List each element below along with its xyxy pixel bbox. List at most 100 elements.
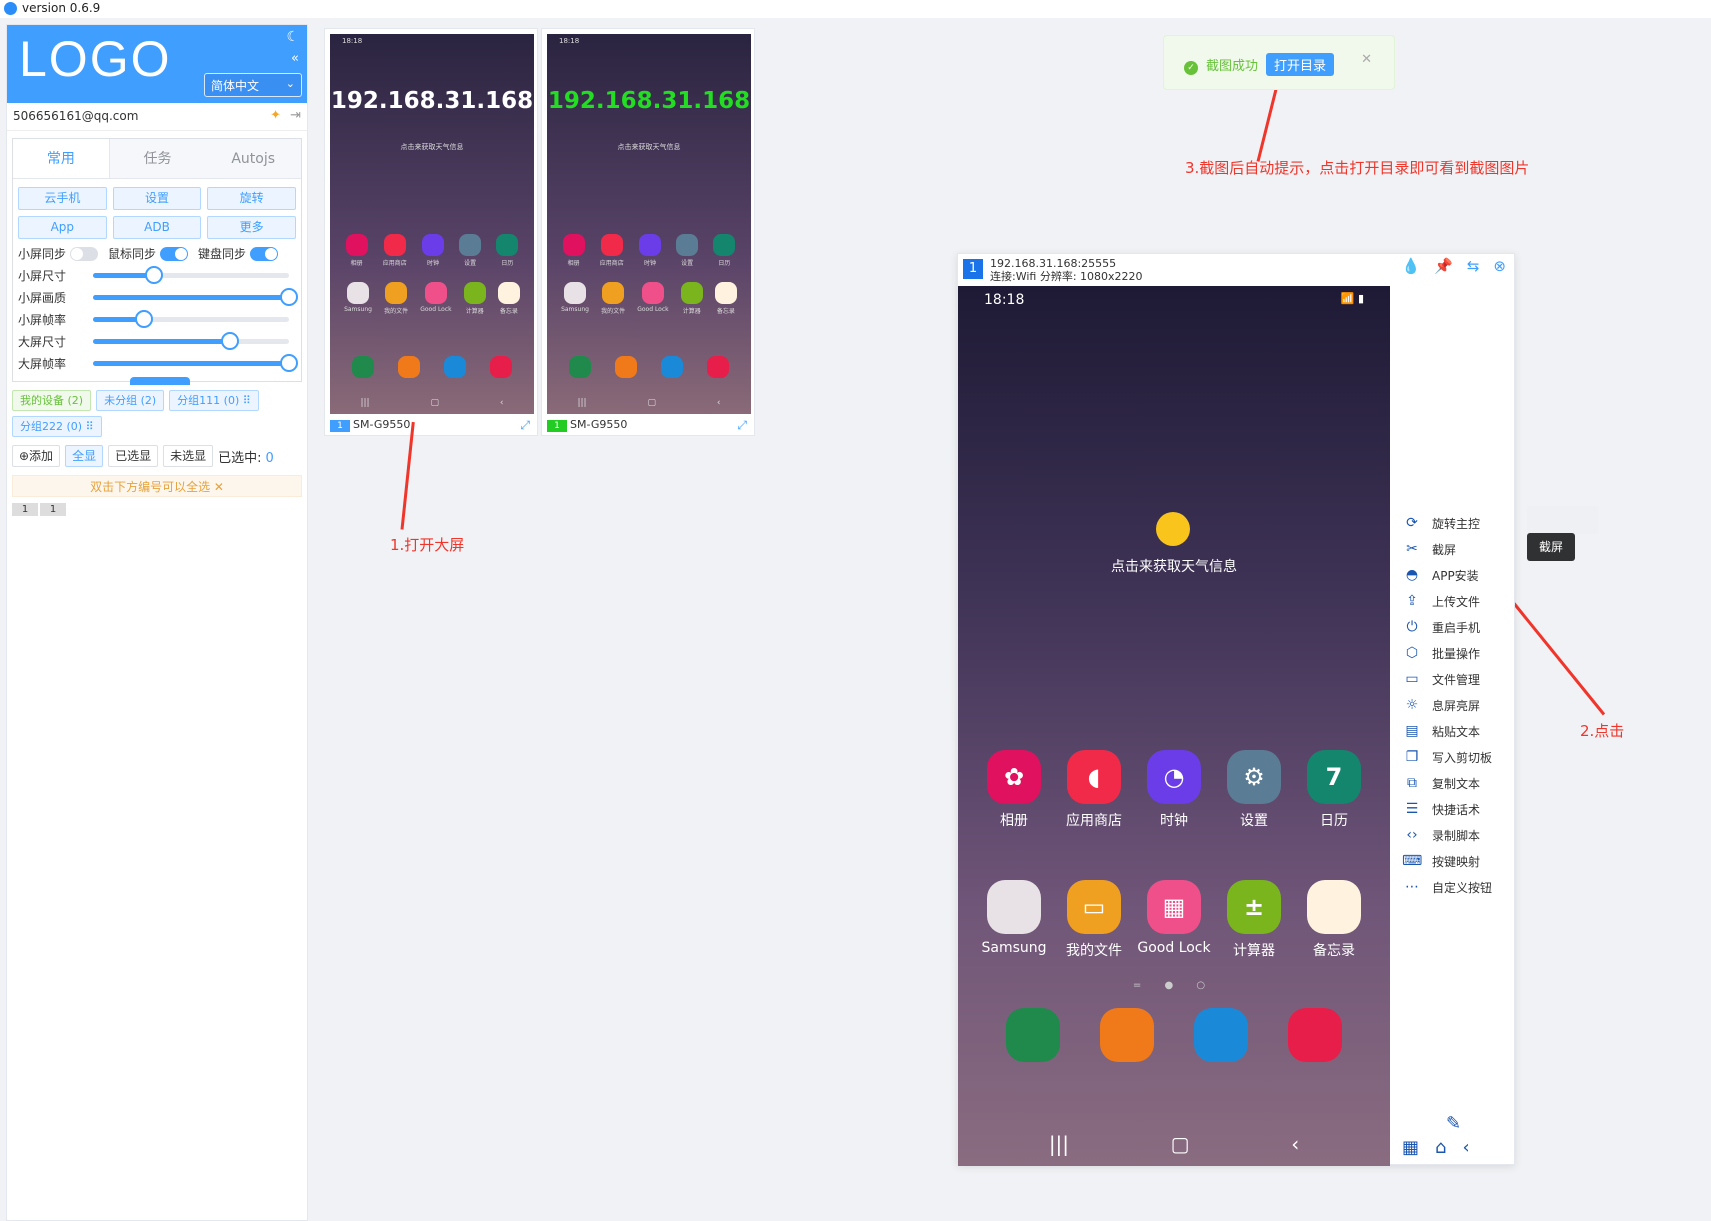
- big-screen-window: 1 192.168.31.168:25555 连接:Wifi 分辨率: 1080…: [957, 253, 1515, 1166]
- tool-label: 按键映射: [1432, 854, 1481, 869]
- show-selected-button[interactable]: 已选显: [108, 445, 159, 467]
- tool-paste[interactable]: ▤ 粘贴文本: [1402, 718, 1512, 744]
- device-id[interactable]: 1: [12, 503, 38, 516]
- app-label: 时钟: [1160, 813, 1188, 829]
- expand-icon[interactable]: ⤢: [520, 418, 530, 433]
- app-calendar[interactable]: 7 日历: [1294, 750, 1374, 830]
- home-icon[interactable]: ▢: [1171, 1132, 1190, 1156]
- collapse-icon[interactable]: «: [291, 51, 299, 66]
- pin-icon[interactable]: 📌: [1434, 259, 1453, 274]
- close-icon[interactable]: ✕: [1361, 52, 1372, 67]
- group-ungrouped[interactable]: 未分组 (2): [96, 390, 165, 411]
- tab-tasks[interactable]: 任务: [110, 139, 206, 178]
- recent-apps-icon[interactable]: |||: [1049, 1132, 1069, 1156]
- app-samsung[interactable]: Samsung: [974, 880, 1054, 960]
- slider-track[interactable]: [93, 265, 289, 284]
- slider-track[interactable]: [93, 353, 298, 372]
- panel-collapse-handle[interactable]: [130, 377, 190, 385]
- phone-preview[interactable]: 18:18 192.168.31.168 点击来获取天气信息 相册 应用商店 时钟 设置 日历…: [547, 34, 751, 414]
- select-hint[interactable]: 双击下方编号可以全选 ✕: [12, 475, 302, 497]
- camera-icon[interactable]: [1288, 1008, 1342, 1062]
- settings-button[interactable]: 设置: [112, 187, 202, 210]
- logout-icon[interactable]: ⇥: [290, 108, 301, 123]
- swap-icon[interactable]: ⇆: [1467, 259, 1480, 274]
- show-unselected-button[interactable]: 未选显: [163, 445, 214, 467]
- phone-icon[interactable]: [1006, 1008, 1060, 1062]
- tool-clipboard[interactable]: ❐ 写入剪切板: [1402, 744, 1512, 770]
- weather-text[interactable]: 点击来获取天气信息: [958, 556, 1390, 576]
- cloud-phone-button[interactable]: 云手机: [18, 187, 107, 210]
- app-good-lock[interactable]: ▦ Good Lock: [1134, 880, 1214, 960]
- app-calculator[interactable]: ± 计算器: [1214, 880, 1294, 960]
- drop-icon[interactable]: 💧: [1401, 259, 1420, 274]
- device-number-badge[interactable]: 1: [547, 420, 567, 432]
- tool-brightness[interactable]: ☼ 息屏亮屏: [1402, 692, 1512, 718]
- tool-more[interactable]: ⋯ 自定义按钮: [1402, 874, 1512, 900]
- small-screen-sync-toggle[interactable]: [70, 246, 99, 261]
- slider-handle[interactable]: [134, 309, 153, 328]
- tool-rotate[interactable]: ⟳ 旋转主控: [1402, 510, 1512, 536]
- slider-track[interactable]: [93, 309, 289, 328]
- tool-upload[interactable]: ⇪ 上传文件: [1402, 588, 1512, 614]
- close-icon[interactable]: ⊗: [1493, 259, 1506, 274]
- grid-icon[interactable]: ▦: [1402, 1137, 1419, 1158]
- slider-handle[interactable]: [221, 331, 240, 350]
- tool-android[interactable]: ◓ APP安装: [1402, 562, 1512, 588]
- tab-common[interactable]: 常用: [13, 139, 110, 178]
- adb-button[interactable]: ADB: [112, 216, 202, 239]
- show-all-button[interactable]: 全显: [65, 445, 104, 467]
- tool-copy[interactable]: ⧉ 复制文本: [1402, 770, 1512, 796]
- group-my-devices[interactable]: 我的设备 (2): [12, 390, 92, 411]
- app-notes[interactable]: 备忘录: [1294, 880, 1374, 960]
- vip-icon[interactable]: ✦: [270, 108, 281, 123]
- expand-icon[interactable]: ⤢: [737, 418, 747, 433]
- contacts-icon[interactable]: [1100, 1008, 1154, 1062]
- device-number-badge[interactable]: 1: [330, 420, 350, 432]
- more-button[interactable]: 更多: [207, 216, 296, 239]
- slider-handle[interactable]: [280, 287, 298, 306]
- slider-track[interactable]: [93, 331, 289, 350]
- edit-icon[interactable]: ✎: [1446, 1113, 1461, 1134]
- device-id[interactable]: 1: [40, 503, 66, 516]
- tool-gamepad[interactable]: ⌨ 按键映射: [1402, 848, 1512, 874]
- tool-cube[interactable]: ⬡ 批量操作: [1402, 640, 1512, 666]
- app-my-files[interactable]: ▭ 我的文件: [1054, 880, 1134, 960]
- home-icon[interactable]: ⌂: [1435, 1137, 1446, 1158]
- rotate-button[interactable]: 旋转: [207, 187, 296, 210]
- app-button[interactable]: App: [18, 216, 107, 239]
- messages-icon[interactable]: [1194, 1008, 1248, 1062]
- add-button[interactable]: ⊕添加: [12, 445, 61, 467]
- phone-preview[interactable]: 18:18 192.168.31.168 点击来获取天气信息 相册 应用商店 时钟 设置 日历…: [330, 34, 534, 414]
- phone-screen[interactable]: 18:18 📶 ▮ 点击来获取天气信息 ✿ 相册 ◖ 应用商店 ◔ 时钟 ⚙ 设置 7 日…: [958, 286, 1390, 1166]
- tool-code[interactable]: ‹› 录制脚本: [1402, 822, 1512, 848]
- weather-text: 点击来获取天气信息: [400, 143, 464, 151]
- slider-track[interactable]: [93, 287, 298, 306]
- app-clock[interactable]: ◔ 时钟: [1134, 750, 1214, 830]
- app-store[interactable]: ◖ 应用商店: [1054, 750, 1134, 830]
- slider-handle[interactable]: [280, 353, 298, 372]
- app-icon: [421, 234, 444, 256]
- app-gallery[interactable]: ✿ 相册: [974, 750, 1054, 830]
- weather-icon[interactable]: [1156, 512, 1190, 546]
- back-icon[interactable]: ‹: [1291, 1132, 1299, 1156]
- language-select[interactable]: 简体中文 ⌄: [204, 73, 302, 97]
- tool-chat[interactable]: ☰ 快捷话术: [1402, 796, 1512, 822]
- tab-autojs[interactable]: Autojs: [205, 139, 301, 178]
- open-folder-button[interactable]: 打开目录: [1266, 53, 1335, 76]
- keyboard-sync-toggle[interactable]: [250, 246, 279, 261]
- slider-handle[interactable]: [144, 265, 163, 284]
- app-label: Good Lock: [420, 306, 452, 313]
- app-settings[interactable]: ⚙ 设置: [1214, 750, 1294, 830]
- app-icon: [459, 234, 482, 256]
- group-111[interactable]: 分组111 (0) ⠿: [169, 390, 259, 411]
- moon-icon[interactable]: ☾: [286, 29, 299, 45]
- group-222[interactable]: 分组222 (0) ⠿: [12, 416, 102, 437]
- device-card[interactable]: 18:18 192.168.31.168 点击来获取天气信息 相册 应用商店 时钟 设置 日历…: [324, 28, 538, 436]
- mouse-sync-toggle[interactable]: [160, 246, 189, 261]
- device-card[interactable]: 18:18 192.168.31.168 点击来获取天气信息 相册 应用商店 时钟 设置 日历…: [541, 28, 755, 436]
- back-circle-icon[interactable]: ‹: [1462, 1137, 1469, 1158]
- tool-screenshot[interactable]: ✂ 截屏: [1402, 536, 1512, 562]
- tool-power[interactable]: ⏻ 重启手机: [1402, 614, 1512, 640]
- tool-folder[interactable]: ▭ 文件管理: [1402, 666, 1512, 692]
- app-label: 日历: [718, 260, 731, 267]
